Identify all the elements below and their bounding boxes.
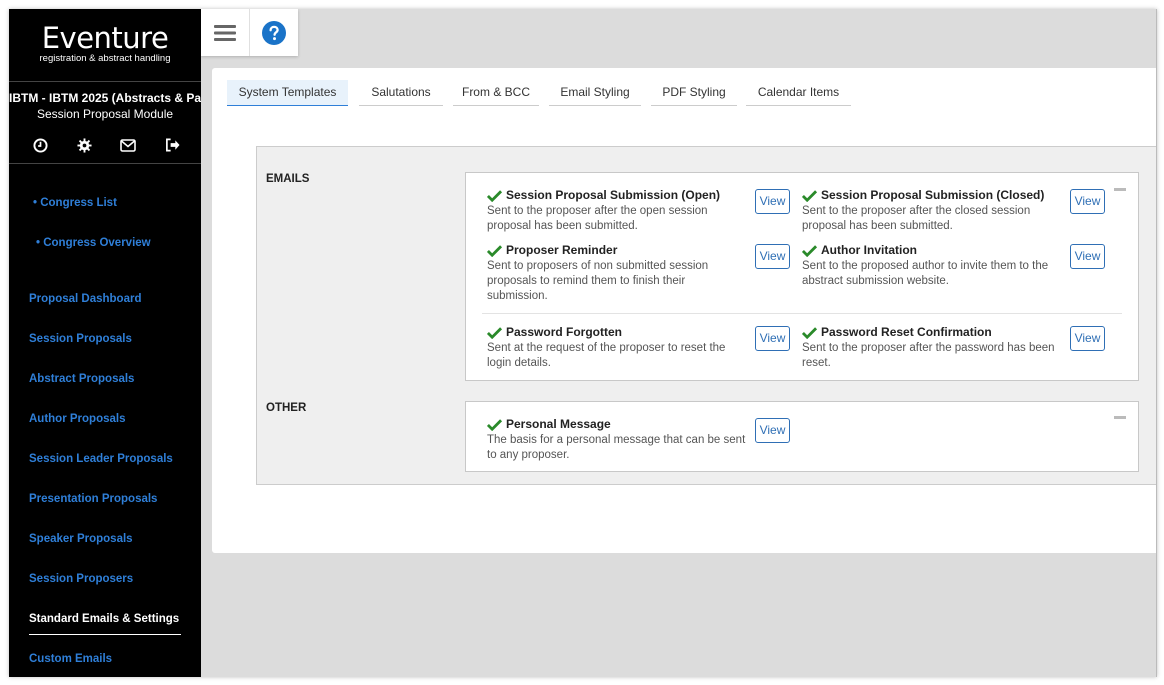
template-title: Password Forgotten xyxy=(487,325,622,339)
sidebar-divider xyxy=(9,81,201,82)
logo: Eventure registration & abstract handlin… xyxy=(9,23,201,64)
main-panel: System Templates Salutations From & BCC … xyxy=(212,68,1157,553)
card-divider xyxy=(482,313,1122,314)
tab-email-styling[interactable]: Email Styling xyxy=(549,80,641,106)
view-button[interactable]: View xyxy=(755,418,790,443)
sidebar-item-speaker-proposals[interactable]: Speaker Proposals xyxy=(29,533,133,545)
sidebar-link-congress-list[interactable]: • Congress List xyxy=(33,197,117,209)
template-title: Personal Message xyxy=(487,417,611,431)
template-title: Author Invitation xyxy=(802,243,917,257)
other-card: Personal Message The basis for a persona… xyxy=(465,401,1139,472)
sidebar-item-author-proposals[interactable]: Author Proposals xyxy=(29,413,125,425)
logo-subtitle: registration & abstract handling xyxy=(39,53,171,64)
template-description: Sent at the request of the proposer to r… xyxy=(487,342,726,369)
hamburger-icon xyxy=(214,24,236,41)
check-icon xyxy=(802,326,817,339)
emails-section-label: EMAILS xyxy=(266,173,310,185)
emails-card: Session Proposal Submission (Open) Sent … xyxy=(465,172,1139,381)
tab-salutations[interactable]: Salutations xyxy=(359,80,443,106)
sidebar-icon-bar xyxy=(31,136,181,156)
view-button[interactable]: View xyxy=(1070,244,1105,269)
check-icon xyxy=(802,244,817,257)
check-icon xyxy=(487,244,502,257)
sidebar-item-session-proposals[interactable]: Session Proposals xyxy=(29,333,132,345)
template-description: The basis for a personal message that ca… xyxy=(487,434,746,461)
sidebar-item-abstract-proposals[interactable]: Abstract Proposals xyxy=(29,373,134,385)
collapse-icon[interactable] xyxy=(1114,416,1126,419)
template-description: Sent to the proposer after the closed se… xyxy=(802,205,1031,232)
tab-pdf-styling[interactable]: PDF Styling xyxy=(651,80,737,106)
sidebar-link-congress-overview[interactable]: • Congress Overview xyxy=(36,237,151,249)
tab-calendar-items[interactable]: Calendar Items xyxy=(746,80,851,106)
gear-icon[interactable] xyxy=(75,136,93,154)
sidebar-divider xyxy=(9,163,201,164)
check-icon xyxy=(802,189,817,202)
view-button[interactable]: View xyxy=(1070,189,1105,214)
sidebar: Eventure registration & abstract handlin… xyxy=(9,9,201,677)
template-title: Password Reset Confirmation xyxy=(802,325,992,339)
check-icon xyxy=(487,189,502,202)
template-description: Sent to the proposer after the password … xyxy=(802,342,1055,369)
app-window: Eventure registration & abstract handlin… xyxy=(9,9,1157,677)
template-title: Session Proposal Submission (Open) xyxy=(487,188,720,202)
hamburger-menu-button[interactable] xyxy=(201,9,249,56)
logo-title: Eventure xyxy=(41,21,169,55)
view-button[interactable]: View xyxy=(755,189,790,214)
view-button[interactable]: View xyxy=(755,244,790,269)
check-icon xyxy=(487,418,502,431)
view-button[interactable]: View xyxy=(755,326,790,351)
active-item-underline xyxy=(29,634,181,635)
mail-icon[interactable] xyxy=(119,136,137,154)
templates-section: EMAILS Session Proposal Submission (Open… xyxy=(256,146,1157,485)
sidebar-item-standard-emails-settings[interactable]: Standard Emails & Settings xyxy=(29,613,179,625)
sidebar-item-session-leader-proposals[interactable]: Session Leader Proposals xyxy=(29,453,173,465)
template-description: Sent to the proposed author to invite th… xyxy=(802,260,1049,287)
collapse-icon[interactable] xyxy=(1114,188,1126,191)
window-edge xyxy=(1156,9,1157,677)
tab-from-bcc[interactable]: From & BCC xyxy=(453,80,539,106)
help-button[interactable] xyxy=(250,9,298,56)
sidebar-item-custom-emails[interactable]: Custom Emails xyxy=(29,653,112,665)
sidebar-item-session-proposers[interactable]: Session Proposers xyxy=(29,573,133,585)
help-icon xyxy=(262,20,286,45)
logout-icon[interactable] xyxy=(163,136,181,154)
sidebar-item-proposal-dashboard[interactable]: Proposal Dashboard xyxy=(29,293,141,305)
check-icon xyxy=(487,326,502,339)
template-title: Session Proposal Submission (Closed) xyxy=(802,188,1044,202)
module-title: Session Proposal Module xyxy=(36,107,174,121)
template-description: Sent to proposers of non submitted sessi… xyxy=(487,260,709,302)
congress-title: IBTM - IBTM 2025 (Abstracts & Par... xyxy=(9,91,201,105)
top-toolbar xyxy=(201,9,298,56)
tab-system-templates[interactable]: System Templates xyxy=(227,80,348,106)
template-title: Proposer Reminder xyxy=(487,243,617,257)
template-description: Sent to the proposer after the open sess… xyxy=(487,205,708,232)
view-button[interactable]: View xyxy=(1070,326,1105,351)
sidebar-item-presentation-proposals[interactable]: Presentation Proposals xyxy=(29,493,157,505)
clock-icon[interactable] xyxy=(31,136,49,154)
other-section-label: OTHER xyxy=(266,402,307,414)
